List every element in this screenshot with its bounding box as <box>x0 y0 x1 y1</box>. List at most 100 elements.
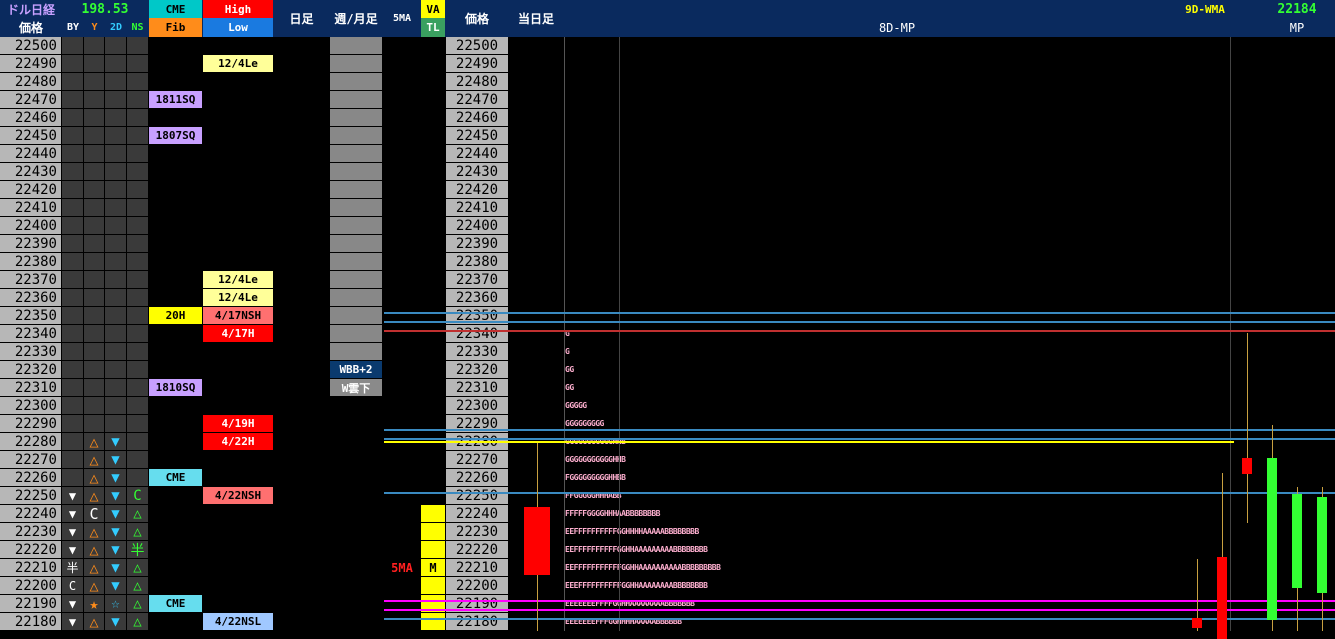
by-signal: ▼ <box>62 487 83 504</box>
ladder-row: 22370 12/4Le 22370 <box>0 271 1335 289</box>
high-low-cell <box>203 343 273 360</box>
price-cell: 22360 <box>0 289 61 306</box>
twod-signal <box>105 37 126 54</box>
daily-cell <box>274 361 329 378</box>
y-signal <box>84 91 104 108</box>
weekly-cell <box>330 595 382 612</box>
va-cell: M <box>421 559 445 576</box>
twod-signal <box>105 109 126 126</box>
tpo-letters: GG <box>565 383 574 392</box>
price-header: 価格 <box>18 21 43 35</box>
high-low-cell: 4/19H <box>203 415 273 432</box>
high-low-cell: 4/22NSL <box>203 613 273 630</box>
price-cell-2: 22260 <box>446 469 508 486</box>
weekly-cell <box>330 451 382 468</box>
weekly-cell <box>330 505 382 522</box>
cme-fib-cell <box>149 577 202 594</box>
price-header-2: 価格 <box>464 12 489 26</box>
today-header: 当日足 <box>517 12 554 26</box>
ladder-row: 22250 ▼ △ ▼ C 4/22NSH 22250 FFGGGGGHHHABB <box>0 487 1335 505</box>
by-signal <box>62 55 83 72</box>
ladder-row: 22330 22330 G <box>0 343 1335 361</box>
ladder-row: 22310 1810SQ W雲下 22310 GG <box>0 379 1335 397</box>
ladder-row: 22260 △ ▼ CME 22260 FGGGGGGGGGHHBB <box>0 469 1335 487</box>
twod-signal <box>105 361 126 378</box>
tpo-letters: FGGGGGGGGGHHBB <box>565 473 626 482</box>
ns-signal <box>127 127 148 144</box>
price-cell: 22410 <box>0 199 61 216</box>
fivema-cell <box>384 523 420 540</box>
by-signal <box>62 343 83 360</box>
by-signal <box>62 307 83 324</box>
weekly-cell <box>330 91 382 108</box>
price-cell-2: 22240 <box>446 505 508 522</box>
weekly-cell <box>330 235 382 252</box>
tpo-letters: GGGGG <box>565 401 587 410</box>
cme-fib-cell: 1807SQ <box>149 127 202 144</box>
twod-signal <box>105 55 126 72</box>
daily-cell <box>274 451 329 468</box>
high-low-cell <box>203 451 273 468</box>
price-cell: 22220 <box>0 541 61 558</box>
ladder-row: 22450 1807SQ 22450 <box>0 127 1335 145</box>
price-cell-2: 22330 <box>446 343 508 360</box>
ns-signal <box>127 163 148 180</box>
weekly-cell <box>330 397 382 414</box>
cme-fib-cell <box>149 487 202 504</box>
ns-signal <box>127 199 148 216</box>
grid-vline <box>619 37 620 631</box>
price-cell-2: 22210 <box>446 559 508 576</box>
weekly-cell: WBB+2 <box>330 361 382 378</box>
cme-fib-cell <box>149 523 202 540</box>
va-cell <box>421 127 445 144</box>
tpo-letters: EEEFFFFFFFFFFGGHHAAAAAAAABBBBBBBB <box>565 581 708 590</box>
cme-fib-cell <box>149 433 202 450</box>
wma-label: 9D-WMA <box>1185 2 1225 16</box>
ns-signal: △ <box>127 523 148 540</box>
by-signal <box>62 145 83 162</box>
price-cell: 22200 <box>0 577 61 594</box>
y-signal: △ <box>84 433 104 450</box>
price-cell: 22460 <box>0 109 61 126</box>
y-signal <box>84 235 104 252</box>
price-cell-2: 22500 <box>446 37 508 54</box>
weekly-cell <box>330 415 382 432</box>
fib-header: Fib <box>149 18 202 37</box>
ladder-row: 22380 22380 <box>0 253 1335 271</box>
tpo-letters: G <box>565 329 570 338</box>
y-signal <box>84 199 104 216</box>
ns-signal <box>127 451 148 468</box>
weekly-cell <box>330 343 382 360</box>
high-low-cell <box>203 361 273 378</box>
reference-line <box>384 429 1335 431</box>
daily-cell <box>274 253 329 270</box>
price-cell: 22440 <box>0 145 61 162</box>
daily-cell <box>274 433 329 450</box>
va-cell <box>421 577 445 594</box>
high-low-cell <box>203 469 273 486</box>
price-cell: 22250 <box>0 487 61 504</box>
daily-header: 日足 <box>289 12 314 26</box>
cme-fib-cell <box>149 235 202 252</box>
y-signal <box>84 127 104 144</box>
va-cell <box>421 523 445 540</box>
ladder-row: 22410 22410 <box>0 199 1335 217</box>
y-signal <box>84 37 104 54</box>
cme-fib-cell: CME <box>149 595 202 612</box>
ladder-row: 22240 ▼ C ▼ △ 22240 FFFFFGGGGHHHAABBBBBBBB <box>0 505 1335 523</box>
daily-cell <box>274 199 329 216</box>
cme-fib-cell <box>149 361 202 378</box>
by-signal <box>62 37 83 54</box>
daily-cell <box>274 559 329 576</box>
weekly-cell <box>330 523 382 540</box>
price-cell: 22290 <box>0 415 61 432</box>
cme-fib-cell <box>149 271 202 288</box>
ns-signal <box>127 37 148 54</box>
tl-header: TL <box>421 18 445 37</box>
weekly-cell <box>330 559 382 576</box>
daily-cell <box>274 163 329 180</box>
va-cell <box>421 379 445 396</box>
high-low-cell: 12/4Le <box>203 271 273 288</box>
weekly-cell <box>330 271 382 288</box>
tpo-letters: EEFFFFFFFFFFFGGHHAAAAAAAAAABBBBBBBBB <box>565 563 721 572</box>
